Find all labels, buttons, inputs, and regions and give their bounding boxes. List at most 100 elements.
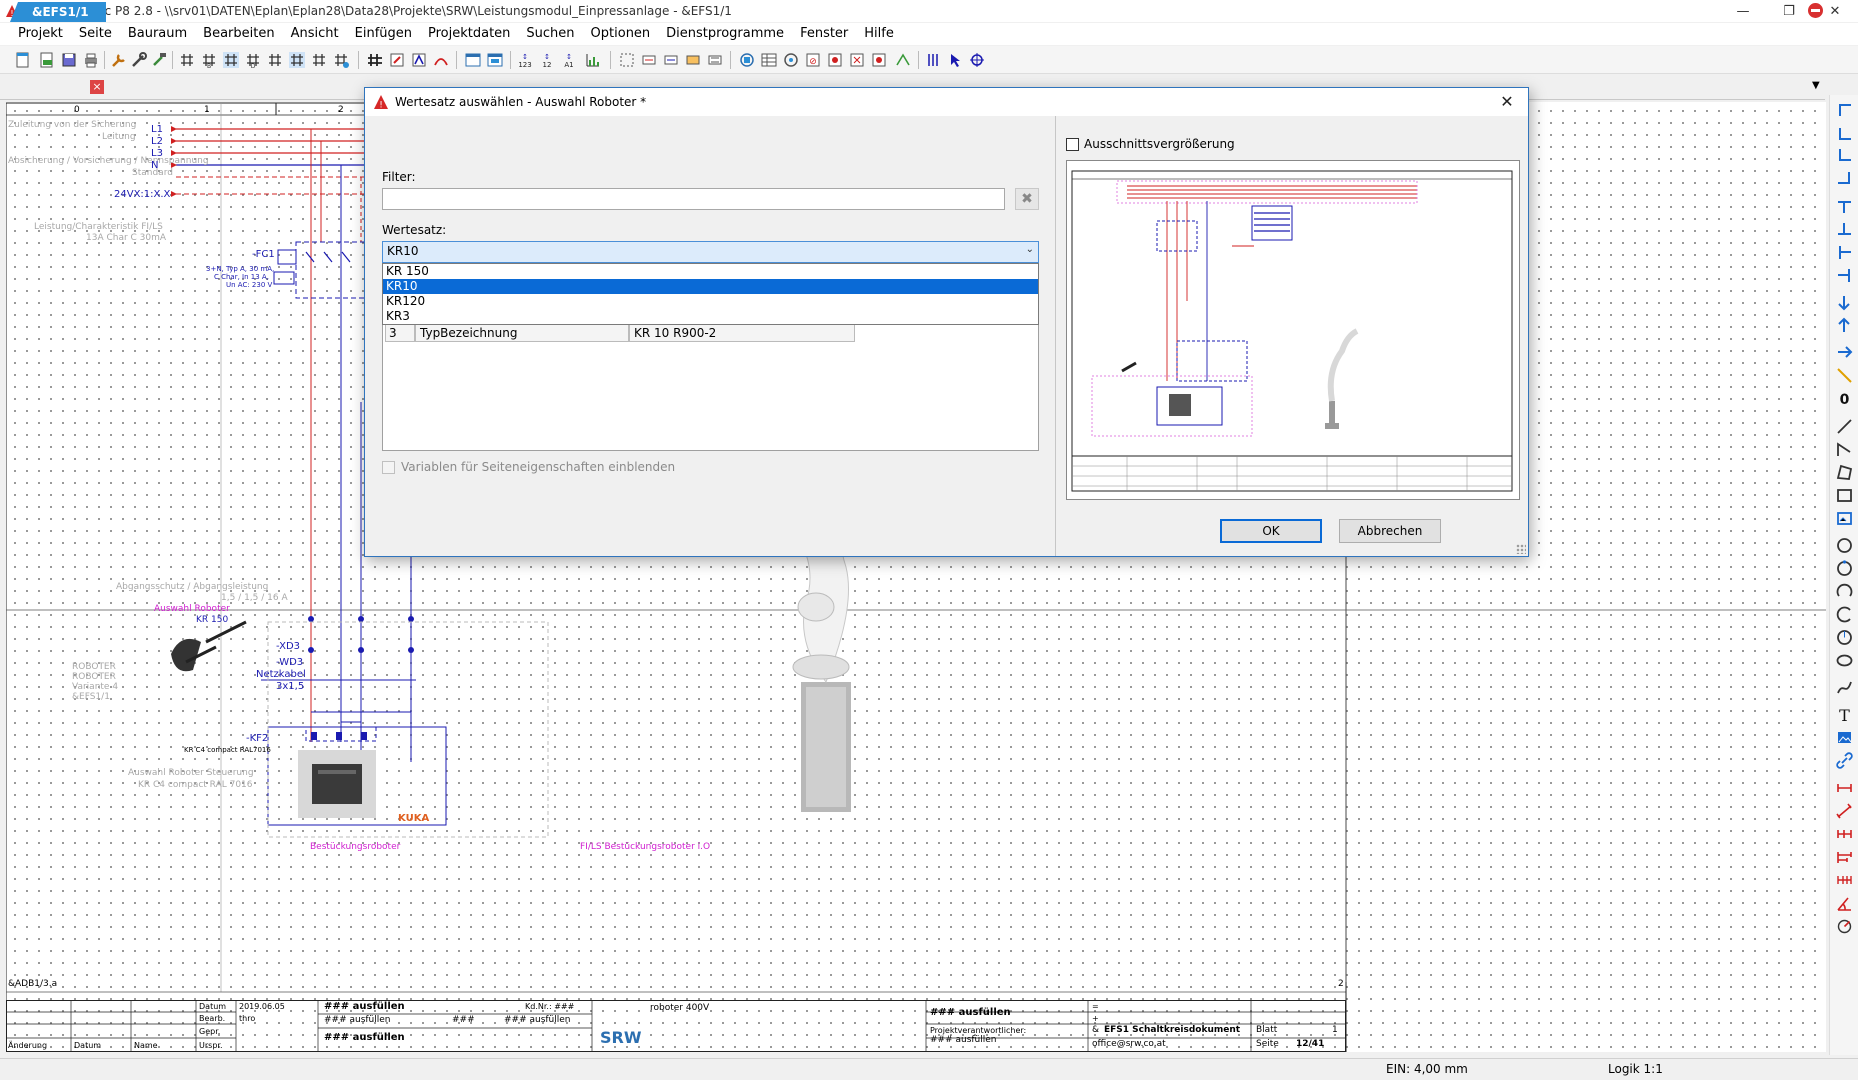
table-row[interactable]: 3 TypBezeichnung KR 10 R900-2 <box>385 324 855 342</box>
dim-radius-icon[interactable] <box>1835 917 1854 936</box>
corner-tr-icon[interactable] <box>1835 123 1854 142</box>
menu-bauraum[interactable]: Bauraum <box>120 23 195 45</box>
numbering-c-icon[interactable]: ↕ A1 <box>560 51 578 69</box>
rectangle-icon[interactable] <box>1835 486 1854 505</box>
cancel-button[interactable]: Abbrechen <box>1339 519 1441 543</box>
wrench-icon[interactable] <box>110 51 128 69</box>
tab-close-icon[interactable]: × <box>90 80 104 94</box>
line-icon[interactable] <box>1835 417 1854 436</box>
menu-projektdaten[interactable]: Projektdaten <box>420 23 518 45</box>
wire-diag-icon[interactable] <box>1835 366 1854 385</box>
corner-tl-icon[interactable] <box>1835 100 1854 119</box>
menu-hilfe[interactable]: Hilfe <box>856 23 902 45</box>
arc-icon[interactable] <box>1835 582 1854 601</box>
ellipse-icon[interactable] <box>1835 651 1854 670</box>
chart-icon[interactable] <box>584 51 602 69</box>
dim-increment-icon[interactable] <box>1835 871 1854 890</box>
option-kr3[interactable]: KR3 <box>383 309 1038 324</box>
zoom-checkbox[interactable] <box>1066 138 1079 151</box>
hammer-icon[interactable] <box>150 51 168 69</box>
polyline-icon[interactable] <box>1835 440 1854 459</box>
t-node-b-icon[interactable] <box>1835 220 1854 239</box>
hash-icon[interactable] <box>366 51 384 69</box>
grid-c-icon[interactable] <box>222 51 240 69</box>
connect-icon[interactable] <box>894 51 912 69</box>
menu-projekt[interactable]: Projekt <box>10 23 71 45</box>
text-icon[interactable]: T <box>1835 705 1854 725</box>
device-c-icon[interactable] <box>684 51 702 69</box>
jump-b-icon[interactable] <box>1835 316 1854 335</box>
dim-linear-icon[interactable] <box>1835 779 1854 798</box>
numbering-a-icon[interactable]: ↕ 123 <box>516 51 534 69</box>
show-vars-checkbox[interactable] <box>382 461 395 474</box>
device-a-icon[interactable] <box>640 51 658 69</box>
resize-grip-icon[interactable] <box>1516 544 1526 554</box>
target-icon[interactable] <box>968 51 986 69</box>
menu-fenster[interactable]: Fenster <box>792 23 856 45</box>
dialog-close-button[interactable]: ✕ <box>1494 91 1520 113</box>
tab-efs1-1[interactable]: &EFS1/1 <box>10 2 106 22</box>
option-kr10[interactable]: KR10 <box>383 279 1038 294</box>
restore-button[interactable]: ❐ <box>1766 0 1812 22</box>
open-project-icon[interactable] <box>38 51 56 69</box>
numbering-b-icon[interactable]: ↕ 12 <box>538 51 556 69</box>
window-b-icon[interactable] <box>486 51 504 69</box>
corner-bl-icon[interactable] <box>1835 146 1854 165</box>
insert-symbol-icon[interactable] <box>388 51 406 69</box>
filter-clear-button[interactable]: ✖ <box>1015 188 1039 210</box>
grid-h-icon[interactable] <box>332 51 350 69</box>
row-value[interactable]: KR 10 R900-2 <box>629 324 855 342</box>
view-d-icon[interactable]: ⊘ <box>804 51 822 69</box>
dim-aligned-icon[interactable] <box>1835 802 1854 821</box>
polygon-icon[interactable] <box>1835 463 1854 482</box>
grid-d-icon[interactable]: D <box>244 51 262 70</box>
grid-g-icon[interactable] <box>310 51 328 69</box>
menu-bearbeiten[interactable]: Bearbeiten <box>195 23 282 45</box>
arc-3pt-icon[interactable] <box>1835 605 1854 624</box>
circle-icon[interactable] <box>1835 536 1854 555</box>
tab-dropdown-icon[interactable]: ▼ <box>1812 80 1820 91</box>
dim-chain-icon[interactable] <box>1835 825 1854 844</box>
circle-3pt-icon[interactable] <box>1835 559 1854 578</box>
corner-br-icon[interactable] <box>1835 169 1854 188</box>
sector-icon[interactable] <box>1835 628 1854 647</box>
view-c-icon[interactable] <box>782 51 800 69</box>
grid-b-icon[interactable]: B <box>200 51 218 70</box>
bus-icon[interactable] <box>924 51 942 69</box>
view-a-icon[interactable] <box>738 51 756 69</box>
print-icon[interactable] <box>82 51 100 69</box>
dim-angle-icon[interactable] <box>1835 894 1854 913</box>
t-node-c-icon[interactable] <box>1835 243 1854 262</box>
view-g-icon[interactable] <box>870 51 888 69</box>
wertesatz-select[interactable]: KR10 ⌄ <box>382 241 1039 263</box>
device-d-icon[interactable] <box>706 51 724 69</box>
hyperlink-icon[interactable] <box>1835 751 1854 770</box>
t-node-a-icon[interactable] <box>1835 197 1854 216</box>
grid-f-icon[interactable] <box>288 51 306 69</box>
select-icon[interactable] <box>618 51 636 69</box>
zero-icon[interactable]: 0 <box>1835 389 1854 408</box>
spline-icon[interactable] <box>1835 678 1854 697</box>
minimize-button[interactable]: — <box>1720 0 1766 22</box>
menu-seite[interactable]: Seite <box>71 23 120 45</box>
save-icon[interactable] <box>60 51 78 69</box>
jump-a-icon[interactable] <box>1835 293 1854 312</box>
menu-dienstprogramme[interactable]: Dienstprogramme <box>658 23 792 45</box>
tools-icon[interactable] <box>130 51 148 69</box>
stop-icon[interactable] <box>1808 3 1823 18</box>
menu-suchen[interactable]: Suchen <box>518 23 582 45</box>
t-node-d-icon[interactable] <box>1835 266 1854 285</box>
insert-macro-icon[interactable] <box>410 51 428 69</box>
menu-optionen[interactable]: Optionen <box>583 23 659 45</box>
curve-tool-icon[interactable] <box>432 51 450 69</box>
jump-c-icon[interactable] <box>1835 343 1854 362</box>
pointer-icon[interactable] <box>946 51 964 69</box>
option-kr120[interactable]: KR120 <box>383 294 1038 309</box>
picture-icon[interactable] <box>1835 728 1854 747</box>
new-project-icon[interactable] <box>14 51 32 69</box>
window-a-icon[interactable] <box>464 51 482 69</box>
device-b-icon[interactable] <box>662 51 680 69</box>
image-frame-icon[interactable] <box>1835 509 1854 528</box>
view-b-icon[interactable] <box>760 51 778 69</box>
view-f-icon[interactable] <box>848 51 866 69</box>
